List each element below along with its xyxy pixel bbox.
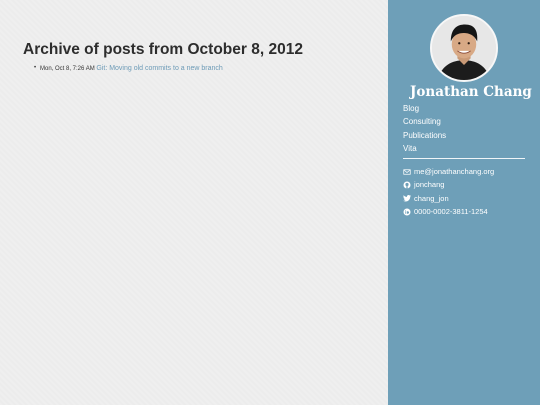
sidebar-item-vita[interactable]: Vita bbox=[403, 142, 446, 155]
sidebar: Jonathan Chang Blog Consulting Publicati… bbox=[388, 0, 540, 405]
contact-orcid-link[interactable]: 0000-0002-3811-1254 bbox=[403, 205, 494, 218]
site-name[interactable]: Jonathan Chang bbox=[410, 84, 532, 100]
contact-list: me@jonathanchang.org jonchang chang_jon … bbox=[403, 165, 494, 218]
main-content: Archive of posts from October 8, 2012 • … bbox=[0, 0, 388, 405]
twitter-icon bbox=[403, 194, 411, 202]
list-item: • Mon, Oct 8, 7:26 AM Git: Moving old co… bbox=[34, 64, 223, 74]
contact-orcid-label: 0000-0002-3811-1254 bbox=[414, 207, 488, 217]
orcid-icon bbox=[403, 208, 411, 216]
contact-email-link[interactable]: me@jonathanchang.org bbox=[403, 165, 494, 178]
post-link[interactable]: Git: Moving old commits to a new branch bbox=[96, 65, 222, 72]
sidebar-item-publications[interactable]: Publications bbox=[403, 129, 446, 142]
bullet-icon: • bbox=[34, 65, 37, 71]
contact-github-link[interactable]: jonchang bbox=[403, 178, 494, 191]
sidebar-item-blog[interactable]: Blog bbox=[403, 102, 446, 115]
contact-github-label: jonchang bbox=[414, 180, 445, 190]
contact-email-label: me@jonathanchang.org bbox=[414, 167, 495, 177]
mail-icon bbox=[403, 168, 411, 176]
sidebar-divider bbox=[403, 158, 525, 159]
sidebar-item-consulting[interactable]: Consulting bbox=[403, 115, 446, 128]
avatar-portrait-icon bbox=[432, 16, 496, 80]
avatar[interactable] bbox=[430, 14, 498, 82]
contact-twitter-label: chang_jon bbox=[414, 193, 449, 203]
sidebar-nav: Blog Consulting Publications Vita bbox=[403, 102, 446, 155]
page-title: Archive of posts from October 8, 2012 bbox=[23, 41, 303, 58]
github-icon bbox=[403, 181, 411, 189]
post-list: • Mon, Oct 8, 7:26 AM Git: Moving old co… bbox=[34, 64, 223, 74]
post-date: Mon, Oct 8, 7:26 AM bbox=[40, 66, 95, 72]
contact-twitter-link[interactable]: chang_jon bbox=[403, 192, 494, 205]
